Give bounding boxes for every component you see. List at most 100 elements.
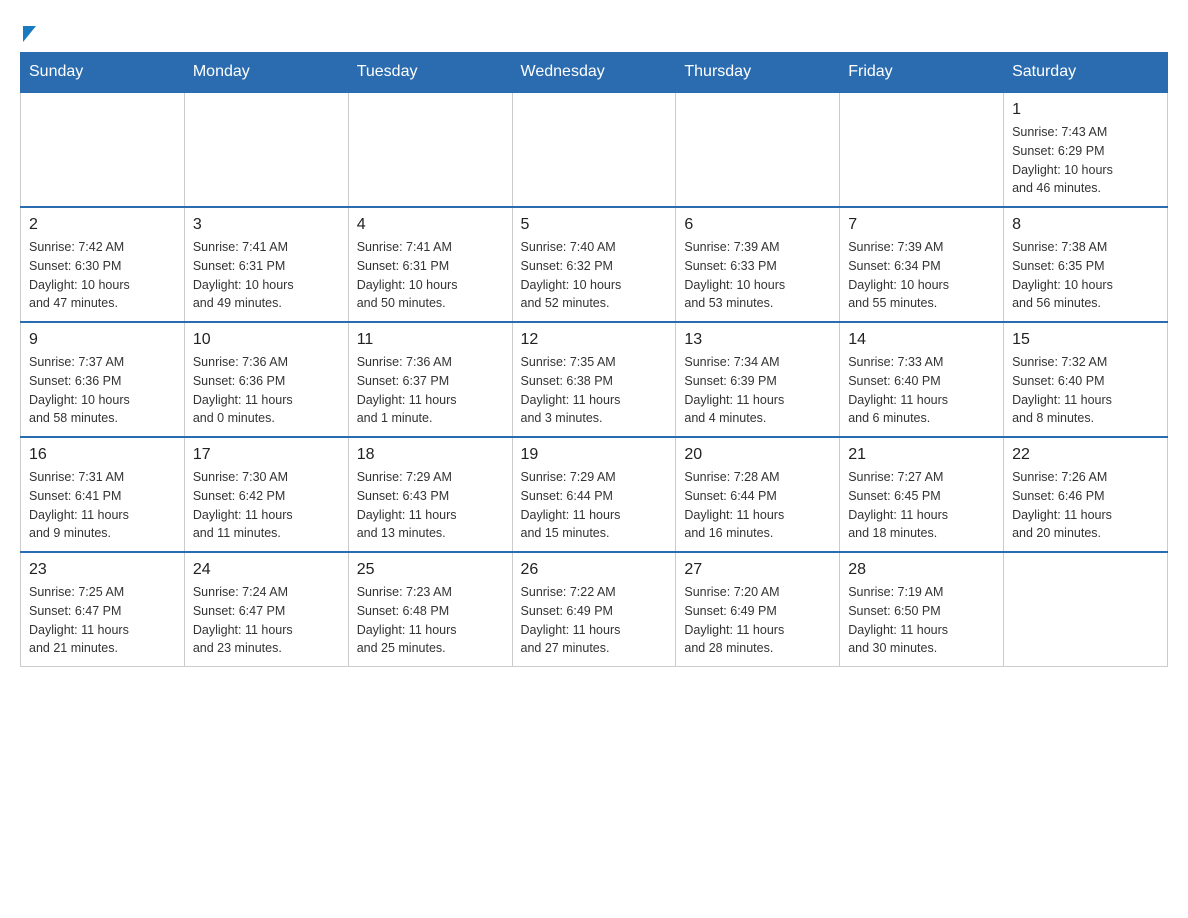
calendar-cell: 12 Sunrise: 7:35 AMSunset: 6:38 PMDayligh…: [512, 322, 676, 437]
day-info: Sunrise: 7:33 AMSunset: 6:40 PMDaylight:…: [848, 353, 995, 428]
day-number: 22: [1012, 446, 1159, 464]
calendar-cell: 13 Sunrise: 7:34 AMSunset: 6:39 PMDayligh…: [676, 322, 840, 437]
day-info: Sunrise: 7:24 AMSunset: 6:47 PMDaylight:…: [193, 583, 340, 658]
day-info: Sunrise: 7:35 AMSunset: 6:38 PMDaylight:…: [521, 353, 668, 428]
calendar-cell: 10 Sunrise: 7:36 AMSunset: 6:36 PMDayligh…: [184, 322, 348, 437]
day-info: Sunrise: 7:31 AMSunset: 6:41 PMDaylight:…: [29, 468, 176, 543]
day-number: 28: [848, 561, 995, 579]
day-number: 11: [357, 331, 504, 349]
day-info: Sunrise: 7:25 AMSunset: 6:47 PMDaylight:…: [29, 583, 176, 658]
week-row-1: 1 Sunrise: 7:43 AMSunset: 6:29 PMDaylight…: [21, 92, 1168, 207]
day-number: 8: [1012, 216, 1159, 234]
day-info: Sunrise: 7:28 AMSunset: 6:44 PMDaylight:…: [684, 468, 831, 543]
day-number: 25: [357, 561, 504, 579]
day-info: Sunrise: 7:20 AMSunset: 6:49 PMDaylight:…: [684, 583, 831, 658]
day-number: 1: [1012, 101, 1159, 119]
calendar-cell: [840, 92, 1004, 207]
calendar-cell: 2 Sunrise: 7:42 AMSunset: 6:30 PMDaylight…: [21, 207, 185, 322]
calendar-cell: 7 Sunrise: 7:39 AMSunset: 6:34 PMDaylight…: [840, 207, 1004, 322]
calendar-cell: [512, 92, 676, 207]
calendar-table: SundayMondayTuesdayWednesdayThursdayFrid…: [20, 52, 1168, 667]
calendar-cell: 18 Sunrise: 7:29 AMSunset: 6:43 PMDayligh…: [348, 437, 512, 552]
calendar-cell: [21, 92, 185, 207]
day-info: Sunrise: 7:29 AMSunset: 6:44 PMDaylight:…: [521, 468, 668, 543]
calendar-cell: 15 Sunrise: 7:32 AMSunset: 6:40 PMDayligh…: [1004, 322, 1168, 437]
calendar-cell: [348, 92, 512, 207]
day-number: 17: [193, 446, 340, 464]
calendar-cell: 21 Sunrise: 7:27 AMSunset: 6:45 PMDayligh…: [840, 437, 1004, 552]
day-number: 15: [1012, 331, 1159, 349]
day-number: 19: [521, 446, 668, 464]
day-info: Sunrise: 7:36 AMSunset: 6:37 PMDaylight:…: [357, 353, 504, 428]
day-info: Sunrise: 7:39 AMSunset: 6:33 PMDaylight:…: [684, 238, 831, 313]
day-number: 4: [357, 216, 504, 234]
calendar-cell: 23 Sunrise: 7:25 AMSunset: 6:47 PMDayligh…: [21, 552, 185, 667]
calendar-cell: 26 Sunrise: 7:22 AMSunset: 6:49 PMDayligh…: [512, 552, 676, 667]
day-number: 13: [684, 331, 831, 349]
col-header-sunday: Sunday: [21, 53, 185, 93]
day-info: Sunrise: 7:30 AMSunset: 6:42 PMDaylight:…: [193, 468, 340, 543]
calendar-cell: 1 Sunrise: 7:43 AMSunset: 6:29 PMDaylight…: [1004, 92, 1168, 207]
week-row-3: 9 Sunrise: 7:37 AMSunset: 6:36 PMDaylight…: [21, 322, 1168, 437]
day-number: 26: [521, 561, 668, 579]
col-header-friday: Friday: [840, 53, 1004, 93]
day-number: 24: [193, 561, 340, 579]
day-info: Sunrise: 7:36 AMSunset: 6:36 PMDaylight:…: [193, 353, 340, 428]
calendar-cell: 4 Sunrise: 7:41 AMSunset: 6:31 PMDaylight…: [348, 207, 512, 322]
calendar-cell: 3 Sunrise: 7:41 AMSunset: 6:31 PMDaylight…: [184, 207, 348, 322]
day-info: Sunrise: 7:22 AMSunset: 6:49 PMDaylight:…: [521, 583, 668, 658]
calendar-cell: 20 Sunrise: 7:28 AMSunset: 6:44 PMDayligh…: [676, 437, 840, 552]
day-info: Sunrise: 7:41 AMSunset: 6:31 PMDaylight:…: [357, 238, 504, 313]
week-row-4: 16Sunrise: 7:31 AMSunset: 6:41 PMDayligh…: [21, 437, 1168, 552]
day-info: Sunrise: 7:40 AMSunset: 6:32 PMDaylight:…: [521, 238, 668, 313]
logo: [20, 20, 36, 42]
day-info: Sunrise: 7:29 AMSunset: 6:43 PMDaylight:…: [357, 468, 504, 543]
day-info: Sunrise: 7:43 AMSunset: 6:29 PMDaylight:…: [1012, 123, 1159, 198]
day-number: 2: [29, 216, 176, 234]
day-number: 12: [521, 331, 668, 349]
calendar-cell: 27 Sunrise: 7:20 AMSunset: 6:49 PMDayligh…: [676, 552, 840, 667]
day-number: 23: [29, 561, 176, 579]
day-number: 18: [357, 446, 504, 464]
day-info: Sunrise: 7:19 AMSunset: 6:50 PMDaylight:…: [848, 583, 995, 658]
calendar-cell: 17 Sunrise: 7:30 AMSunset: 6:42 PMDayligh…: [184, 437, 348, 552]
day-number: 6: [684, 216, 831, 234]
col-header-tuesday: Tuesday: [348, 53, 512, 93]
day-info: Sunrise: 7:27 AMSunset: 6:45 PMDaylight:…: [848, 468, 995, 543]
day-info: Sunrise: 7:32 AMSunset: 6:40 PMDaylight:…: [1012, 353, 1159, 428]
day-number: 27: [684, 561, 831, 579]
day-info: Sunrise: 7:41 AMSunset: 6:31 PMDaylight:…: [193, 238, 340, 313]
day-info: Sunrise: 7:34 AMSunset: 6:39 PMDaylight:…: [684, 353, 831, 428]
day-number: 21: [848, 446, 995, 464]
logo-arrow-icon: [23, 26, 36, 42]
day-info: Sunrise: 7:23 AMSunset: 6:48 PMDaylight:…: [357, 583, 504, 658]
day-number: 9: [29, 331, 176, 349]
calendar-cell: 14 Sunrise: 7:33 AMSunset: 6:40 PMDayligh…: [840, 322, 1004, 437]
day-number: 7: [848, 216, 995, 234]
calendar-cell: 6 Sunrise: 7:39 AMSunset: 6:33 PMDaylight…: [676, 207, 840, 322]
day-info: Sunrise: 7:37 AMSunset: 6:36 PMDaylight:…: [29, 353, 176, 428]
day-number: 20: [684, 446, 831, 464]
calendar-cell: 28 Sunrise: 7:19 AMSunset: 6:50 PMDayligh…: [840, 552, 1004, 667]
week-row-2: 2 Sunrise: 7:42 AMSunset: 6:30 PMDaylight…: [21, 207, 1168, 322]
calendar-cell: 8 Sunrise: 7:38 AMSunset: 6:35 PMDaylight…: [1004, 207, 1168, 322]
calendar-cell: 16Sunrise: 7:31 AMSunset: 6:41 PMDayligh…: [21, 437, 185, 552]
col-header-wednesday: Wednesday: [512, 53, 676, 93]
day-info: Sunrise: 7:42 AMSunset: 6:30 PMDaylight:…: [29, 238, 176, 313]
page-header: [20, 20, 1168, 42]
day-number: 10: [193, 331, 340, 349]
calendar-cell: 9 Sunrise: 7:37 AMSunset: 6:36 PMDaylight…: [21, 322, 185, 437]
day-info: Sunrise: 7:26 AMSunset: 6:46 PMDaylight:…: [1012, 468, 1159, 543]
calendar-cell: 24 Sunrise: 7:24 AMSunset: 6:47 PMDayligh…: [184, 552, 348, 667]
calendar-cell: 25 Sunrise: 7:23 AMSunset: 6:48 PMDayligh…: [348, 552, 512, 667]
day-number: 14: [848, 331, 995, 349]
calendar-cell: [184, 92, 348, 207]
calendar-cell: [1004, 552, 1168, 667]
day-number: 3: [193, 216, 340, 234]
day-number: 5: [521, 216, 668, 234]
day-info: Sunrise: 7:38 AMSunset: 6:35 PMDaylight:…: [1012, 238, 1159, 313]
week-row-5: 23 Sunrise: 7:25 AMSunset: 6:47 PMDayligh…: [21, 552, 1168, 667]
col-header-saturday: Saturday: [1004, 53, 1168, 93]
day-info: Sunrise: 7:39 AMSunset: 6:34 PMDaylight:…: [848, 238, 995, 313]
col-header-monday: Monday: [184, 53, 348, 93]
